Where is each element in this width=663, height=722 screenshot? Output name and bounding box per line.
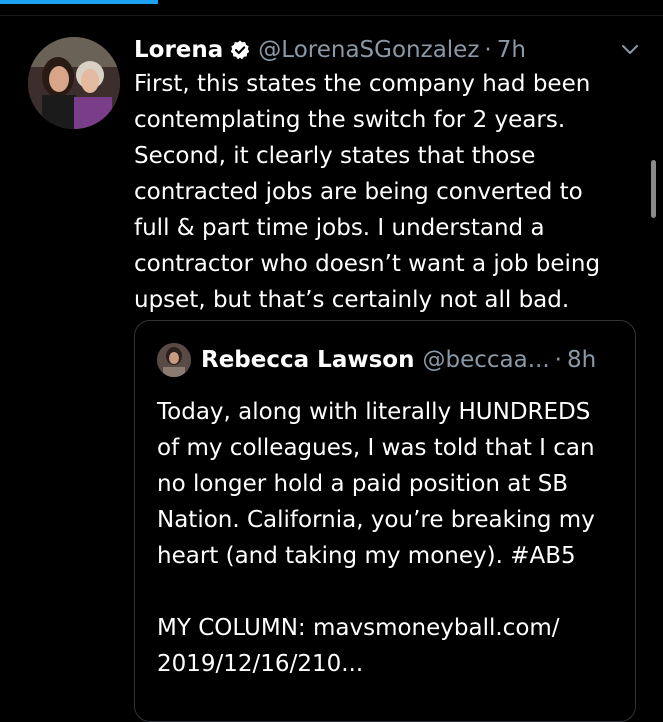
chevron-down-icon[interactable] [618, 38, 642, 62]
tweet-timestamp[interactable]: 7h [497, 37, 526, 63]
quoted-author-name[interactable]: Rebecca Lawson [201, 347, 414, 373]
tweet-header: Lorena @LorenaSGonzalez · 7h [134, 32, 526, 68]
top-divider [0, 15, 663, 16]
author-name[interactable]: Lorena [134, 37, 223, 63]
author-handle[interactable]: @LorenaSGonzalez [258, 37, 479, 63]
quoted-author-avatar[interactable] [157, 343, 191, 377]
separator-dot: · [554, 347, 562, 373]
active-tab-indicator [0, 0, 158, 4]
scrollbar-thumb[interactable] [651, 160, 656, 218]
quoted-tweet-text: Today, along with literally HUNDREDS of … [157, 399, 595, 677]
quoted-author-handle[interactable]: @beccaa... [422, 347, 549, 373]
author-avatar[interactable] [28, 37, 120, 129]
tweet-text: First, this states the company had been … [134, 71, 601, 313]
separator-dot: · [484, 37, 492, 63]
quoted-tweet-card[interactable]: Rebecca Lawson @beccaa... · 8h Today, al… [134, 320, 636, 722]
verified-badge-icon [229, 39, 251, 61]
quoted-tweet-header: Rebecca Lawson @beccaa... · 8h [201, 342, 596, 378]
quoted-tweet-timestamp[interactable]: 8h [567, 347, 596, 373]
